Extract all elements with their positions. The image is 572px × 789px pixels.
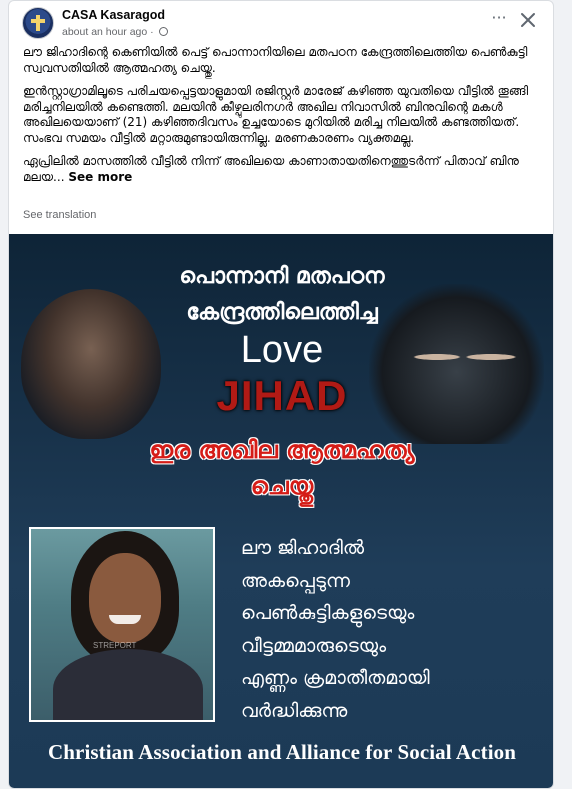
close-icon[interactable] [517, 9, 539, 31]
poster-footer: Christian Association and Alliance for S… [47, 740, 517, 764]
post-header: CASA Kasaragod about an hour ago · ··· [9, 1, 553, 45]
see-translation-link[interactable]: See translation [23, 209, 96, 221]
see-more-link[interactable]: See more [68, 170, 132, 184]
poster-right-line: ലൗ ജിഹാദിൽ [241, 537, 365, 559]
poster-right-text: ലൗ ജിഹാദിൽ അകപ്പെടുന്ന പെൺകുട്ടികളുടെയും… [241, 532, 541, 727]
post-card: CASA Kasaragod about an hour ago · ··· ല… [8, 0, 554, 789]
victim-photo: STREPORT [29, 527, 215, 722]
poster-headline-line1: പൊന്നാനി മതപഠന [179, 264, 385, 289]
poster-right-line: പെൺകുട്ടികളുടെയും [241, 602, 415, 624]
post-timestamp[interactable]: about an hour ago [62, 26, 147, 38]
poster-right-line: എണ്ണം ക്രമാതീതമായി [241, 667, 430, 689]
globe-icon [158, 27, 168, 36]
photo-watermark: STREPORT [93, 641, 137, 650]
cross-logo-icon [31, 15, 45, 31]
page-avatar[interactable] [22, 7, 54, 39]
poster-jihad-text: JIHAD [216, 372, 348, 419]
poster-love-text: Love [240, 329, 324, 371]
poster-red-line1: ഇര അഖില ആത്മഹത്യ [149, 436, 415, 464]
post-image[interactable]: പൊന്നാനി മതപഠന കേന്ദ്രത്തിലെത്തിച്ച Love… [9, 234, 553, 788]
post-paragraph-1: ലൗ ജിഹാദിന്റെ കെണിയിൽ പെട്ട് പൊന്നാനിയില… [23, 45, 528, 75]
post-paragraph-2: ഇൻസ്റ്റാഗ്രാമിലൂടെ പരിചയപ്പെട്ടയാളുമായി … [23, 84, 529, 145]
post-paragraph-3: ഏപ്രിലിൽ മാസത്തിൽ വീട്ടിൽ നിന്ന് അഖിലയെ … [23, 154, 541, 185]
more-options-icon[interactable]: ··· [489, 10, 509, 29]
poster-headline-line2: കേന്ദ്രത്തിലെത്തിച്ച [186, 300, 378, 325]
poster-right-line: അകപ്പെടുന്ന [241, 569, 350, 592]
poster-red-line2: ചെയ്തു [250, 472, 314, 500]
photo-smile [109, 615, 141, 624]
poster-right-line: വർദ്ധിക്കുന്നു [241, 699, 348, 722]
poster-right-line: വീട്ടമ്മമാരുടെയും [241, 634, 387, 657]
photo-face [89, 553, 161, 643]
page-name[interactable]: CASA Kasaragod [62, 8, 165, 22]
post-text: ലൗ ജിഹാദിന്റെ കെണിയിൽ പെട്ട് പൊന്നാനിയില… [23, 45, 541, 193]
post-meta: about an hour ago · [62, 26, 168, 38]
photo-body [53, 649, 203, 720]
